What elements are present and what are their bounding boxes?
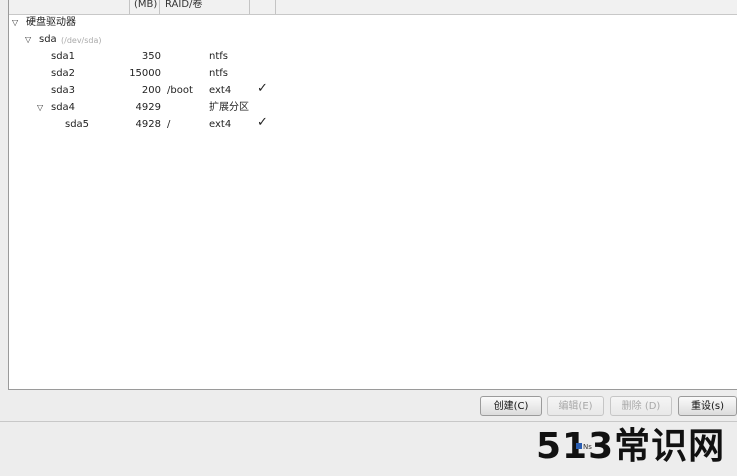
partition-size: 4928	[135, 119, 161, 130]
partition-name: sda1	[51, 51, 76, 62]
format-check-icon[interactable]: ✓	[257, 81, 268, 97]
hard-drives-label: 硬盘驱动器	[26, 17, 76, 28]
partition-type: ntfs	[209, 51, 228, 62]
format-check-icon[interactable]: ✓	[257, 115, 268, 131]
partition-size: 200	[141, 85, 161, 96]
window-icon	[576, 443, 582, 449]
tree-row-sda2[interactable]: sda2 15000 ntfs	[9, 66, 737, 82]
partition-type: 扩展分区	[209, 102, 249, 113]
partition-type: ext4	[209, 85, 232, 96]
raid-column-header[interactable]: RAID/卷	[165, 0, 202, 13]
expander-down-icon[interactable]: ▽	[12, 15, 18, 31]
action-button-bar: 创建(C) 编辑(E) 删除 (D) 重设(s)	[0, 390, 737, 420]
taskbar-mini-label: Ns	[583, 443, 592, 451]
tree-row-sda5[interactable]: sda5 4928 / ext4 ✓	[9, 115, 737, 133]
disk-path: (/dev/sda)	[61, 36, 102, 45]
partition-name: sda5	[65, 119, 90, 130]
taskbar-mini-item: Ns	[576, 443, 592, 451]
edit-button[interactable]: 编辑(E)	[547, 396, 604, 416]
size-column-header[interactable]: (MB)	[134, 0, 157, 13]
column-separator	[275, 0, 276, 14]
partition-type: ntfs	[209, 68, 228, 79]
reset-button[interactable]: 重设(s)	[678, 396, 737, 416]
column-header-row: (MB) RAID/卷	[9, 0, 737, 15]
delete-button[interactable]: 删除 (D)	[610, 396, 672, 416]
partition-mount: /boot	[167, 85, 193, 96]
partition-type: ext4	[209, 119, 232, 130]
partition-name: sda4	[51, 102, 76, 113]
partition-size: 350	[141, 51, 161, 62]
partition-size: 15000	[129, 68, 161, 79]
partition-mount: /	[167, 119, 171, 130]
tree-row-sda1[interactable]: sda1 350 ntfs	[9, 49, 737, 65]
expander-down-icon[interactable]: ▽	[37, 100, 43, 116]
tree-row-sda3[interactable]: sda3 200 /boot ext4 ✓	[9, 81, 737, 99]
tree-row-hard-drives[interactable]: ▽ 硬盘驱动器	[9, 15, 737, 31]
divider	[0, 421, 737, 422]
expander-down-icon[interactable]: ▽	[25, 32, 31, 48]
column-separator	[159, 0, 160, 14]
watermark-logo: 513常识网	[536, 426, 726, 467]
column-separator	[249, 0, 250, 14]
disk-name: sda	[39, 34, 57, 45]
partition-name: sda2	[51, 68, 76, 79]
partition-tree-panel: (MB) RAID/卷 ▽ 硬盘驱动器 ▽ sda (/dev/sda) sda…	[8, 0, 737, 390]
create-button[interactable]: 创建(C)	[480, 396, 542, 416]
partition-name: sda3	[51, 85, 76, 96]
partition-size: 4929	[135, 102, 161, 113]
tree-row-sda[interactable]: ▽ sda (/dev/sda)	[9, 32, 737, 48]
tree-row-sda4[interactable]: ▽ sda4 4929 扩展分区	[9, 100, 737, 116]
column-separator	[129, 0, 130, 14]
